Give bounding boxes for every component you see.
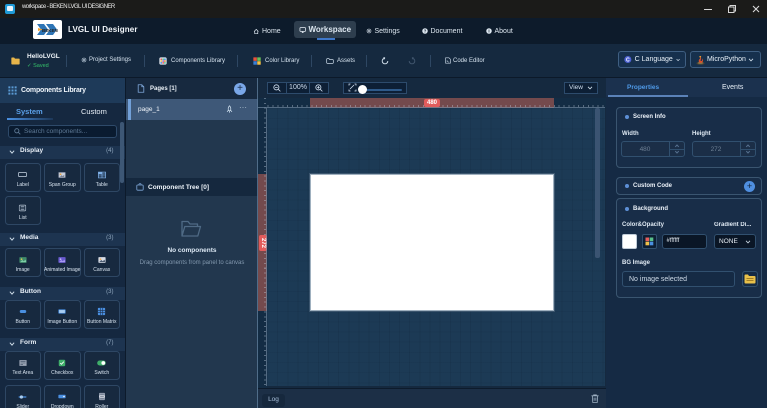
svg-text:C: C	[626, 57, 630, 63]
svg-text:i: i	[488, 29, 489, 34]
svg-text:?: ?	[424, 29, 427, 34]
svg-text:BEKEN: BEKEN	[42, 28, 58, 33]
